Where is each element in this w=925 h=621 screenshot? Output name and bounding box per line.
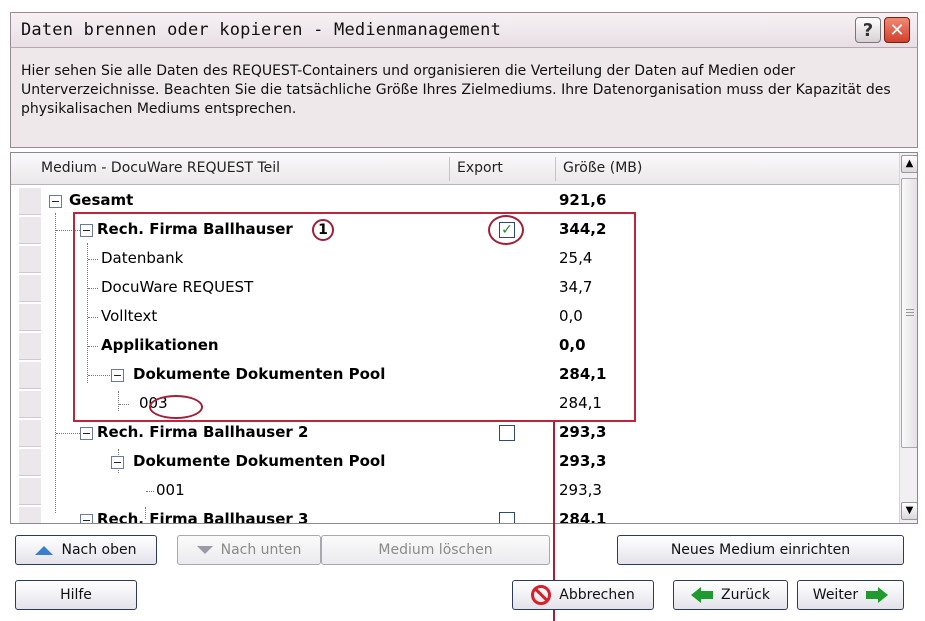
new-medium-button[interactable]: Neues Medium einrichten bbox=[617, 535, 904, 565]
help-icon-button[interactable]: ? bbox=[855, 17, 881, 43]
help-label: Hilfe bbox=[60, 587, 92, 603]
column-divider[interactable] bbox=[555, 157, 556, 181]
next-button[interactable]: Weiter bbox=[797, 580, 904, 610]
cancel-icon bbox=[531, 585, 552, 605]
row-label: 001 bbox=[156, 481, 185, 499]
row-gutter bbox=[19, 478, 41, 505]
row-gutter bbox=[19, 217, 41, 244]
grip-icon bbox=[906, 312, 914, 313]
help-button[interactable]: Hilfe bbox=[15, 580, 137, 610]
row-label: Gesamt bbox=[69, 191, 134, 209]
collapse-icon[interactable] bbox=[80, 514, 93, 523]
row-gutter bbox=[19, 362, 41, 389]
export-checkbox[interactable] bbox=[499, 425, 515, 441]
row-gutter bbox=[19, 246, 41, 273]
annotation-circle bbox=[488, 215, 524, 245]
tree-connector bbox=[56, 433, 80, 434]
row-size: 293,3 bbox=[559, 423, 607, 441]
grip-icon bbox=[906, 315, 914, 316]
info-text: Hier sehen Sie alle Daten des REQUEST-Co… bbox=[21, 63, 891, 117]
row-size: 293,3 bbox=[559, 452, 607, 470]
tree-row-medium-3[interactable]: Rech. Firma Ballhauser 3 284,1 bbox=[11, 506, 899, 524]
window-title: Daten brennen oder kopieren - Medienmana… bbox=[21, 20, 502, 40]
move-up-button[interactable]: Nach oben bbox=[15, 535, 157, 565]
annotation-number-badge: 1 bbox=[312, 219, 334, 241]
back-label: Zurück bbox=[721, 587, 770, 603]
collapse-icon[interactable] bbox=[111, 456, 124, 469]
row-gutter bbox=[19, 333, 41, 360]
collapse-icon[interactable] bbox=[49, 195, 62, 208]
scroll-down-icon[interactable]: ▼ bbox=[901, 502, 917, 520]
row-gutter bbox=[19, 420, 41, 447]
scroll-up-icon[interactable]: ▲ bbox=[901, 155, 917, 173]
move-down-button[interactable]: Nach unten bbox=[177, 535, 321, 565]
arrow-right-icon bbox=[866, 587, 889, 603]
tree-connector bbox=[146, 491, 154, 492]
column-header-size[interactable]: Größe (MB) bbox=[563, 160, 642, 176]
title-bar: Daten brennen oder kopieren - Medienmana… bbox=[10, 12, 918, 48]
arrow-down-icon bbox=[196, 546, 213, 554]
tree-row-001[interactable]: 001 293,3 bbox=[11, 477, 899, 506]
row-size: 293,3 bbox=[559, 481, 602, 499]
row-gutter bbox=[19, 304, 41, 331]
next-label: Weiter bbox=[812, 587, 859, 603]
column-header-medium[interactable]: Medium - DocuWare REQUEST Teil bbox=[41, 160, 280, 176]
vertical-scrollbar[interactable]: ▲ ▼ bbox=[899, 153, 917, 523]
delete-medium-button[interactable]: Medium löschen bbox=[321, 535, 550, 565]
scrollbar-thumb[interactable] bbox=[901, 178, 917, 448]
move-down-label: Nach unten bbox=[220, 542, 302, 558]
column-divider[interactable] bbox=[449, 157, 450, 181]
row-size: 921,6 bbox=[559, 191, 607, 209]
cancel-label: Abbrechen bbox=[559, 587, 635, 603]
dialog-window: Daten brennen oder kopieren - Medienmana… bbox=[0, 0, 925, 621]
export-checkbox[interactable] bbox=[499, 512, 515, 523]
cancel-button[interactable]: Abbrechen bbox=[512, 580, 654, 610]
back-button[interactable]: Zurück bbox=[673, 580, 788, 610]
row-gutter bbox=[19, 391, 41, 418]
row-gutter bbox=[19, 275, 41, 302]
column-header-export[interactable]: Export bbox=[457, 160, 503, 176]
tree-row-dokumenten-pool-2[interactable]: Dokumente Dokumenten Pool 293,3 bbox=[11, 448, 899, 477]
close-icon-button[interactable]: ✕ bbox=[884, 17, 910, 43]
arrow-left-icon bbox=[691, 587, 714, 603]
row-gutter bbox=[19, 449, 41, 476]
row-gutter bbox=[19, 507, 41, 523]
grip-icon bbox=[906, 309, 914, 310]
row-label: Rech. Firma Ballhauser 3 bbox=[97, 510, 309, 524]
new-medium-label: Neues Medium einrichten bbox=[670, 542, 851, 558]
delete-medium-label: Medium löschen bbox=[378, 542, 493, 558]
row-label: Dokumente Dokumenten Pool bbox=[133, 452, 386, 470]
collapse-icon[interactable] bbox=[80, 427, 93, 440]
tree-row-medium-2[interactable]: Rech. Firma Ballhauser 2 293,3 bbox=[11, 419, 899, 448]
row-gutter bbox=[19, 188, 41, 215]
move-up-label: Nach oben bbox=[61, 542, 137, 558]
info-panel: Hier sehen Sie alle Daten des REQUEST-Co… bbox=[10, 48, 918, 148]
tree-header: Medium - DocuWare REQUEST Teil Export Gr… bbox=[11, 153, 899, 185]
highlight-box bbox=[73, 212, 636, 422]
annotation-circle bbox=[149, 395, 203, 419]
arrow-up-icon bbox=[35, 545, 54, 555]
row-label: Rech. Firma Ballhauser 2 bbox=[97, 423, 309, 441]
row-size: 284,1 bbox=[559, 510, 607, 524]
